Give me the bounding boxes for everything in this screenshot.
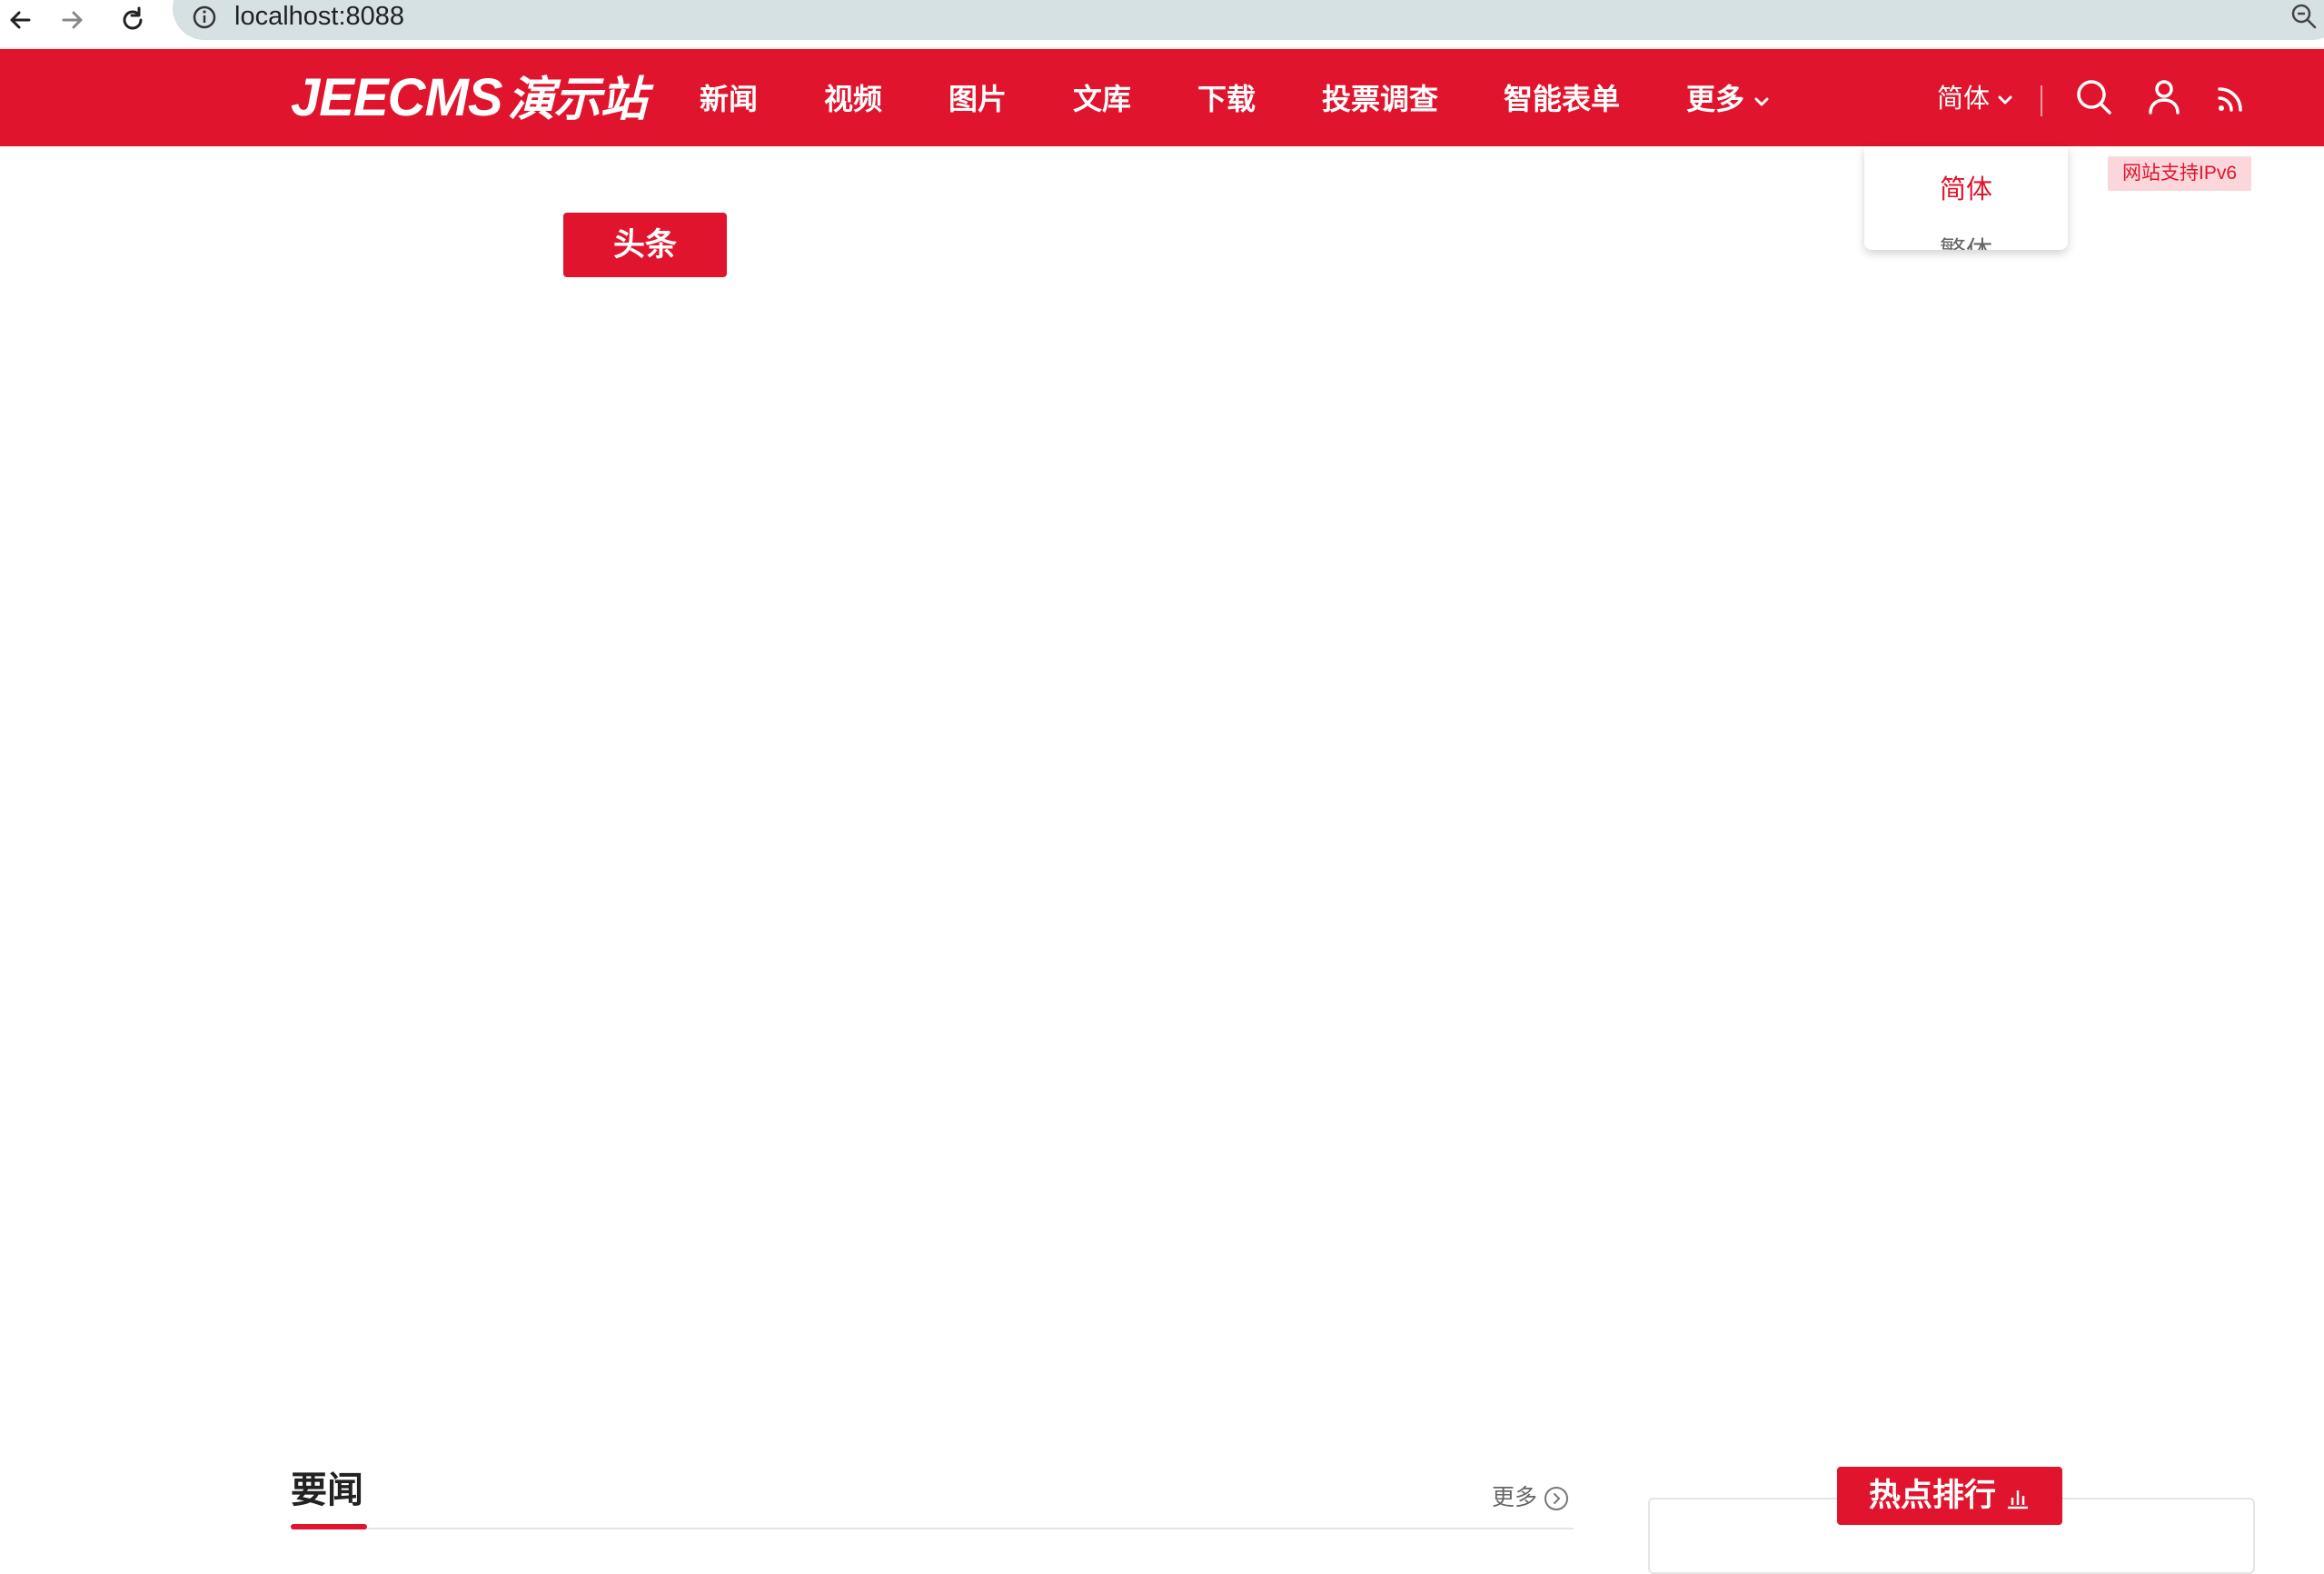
back-arrow-icon[interactable] xyxy=(0,0,40,40)
nav-item-pictures[interactable]: 图片 xyxy=(948,76,1007,122)
logo-latin: JEECMS xyxy=(291,68,503,127)
ipv6-badge: 网站支持IPv6 xyxy=(2108,156,2251,191)
language-current: 简体 xyxy=(1937,85,1991,114)
chevron-right-circle-icon xyxy=(1544,1487,1569,1511)
nav-item-more[interactable]: 更多 xyxy=(1686,76,1772,122)
zoom-icon[interactable] xyxy=(2289,2,2319,31)
logo-cn: 演示站 xyxy=(507,74,648,126)
headline-tab[interactable]: 头条 xyxy=(563,213,727,277)
rss-icon[interactable] xyxy=(2211,76,2253,118)
address-bar[interactable] xyxy=(173,0,2324,40)
chevron-down-icon xyxy=(1754,97,1769,106)
bar-chart-icon xyxy=(2008,1489,2028,1509)
nav-item-download[interactable]: 下载 xyxy=(1197,76,1256,122)
lang-option-simplified[interactable]: 简体 xyxy=(1864,172,2068,208)
section-title-underline xyxy=(291,1524,367,1529)
important-news-title: 要闻 xyxy=(291,1470,363,1510)
nav-item-news[interactable]: 新闻 xyxy=(700,76,758,122)
header-divider xyxy=(2041,85,2042,116)
lang-option-traditional[interactable]: 繁体 xyxy=(1864,234,2068,250)
more-link[interactable]: 更多 xyxy=(1492,1481,1570,1514)
site-logo[interactable]: JEECMS 演示站 xyxy=(291,68,648,127)
nav-item-video[interactable]: 视频 xyxy=(824,76,882,122)
url-text[interactable]: localhost:8088 xyxy=(234,0,404,35)
language-dropdown: 简体 繁体 xyxy=(1864,146,2068,250)
browser-toolbar: localhost:8088 xyxy=(0,0,2324,49)
user-icon[interactable] xyxy=(2143,76,2185,118)
section-divider xyxy=(291,1528,1574,1529)
nav-item-smart-form[interactable]: 智能表单 xyxy=(1504,76,1620,122)
more-label: 更多 xyxy=(1492,1485,1538,1510)
language-select[interactable]: 简体 xyxy=(1937,78,2015,120)
reload-icon[interactable] xyxy=(113,0,153,40)
nav-item-library[interactable]: 文库 xyxy=(1073,76,1131,122)
forward-arrow-icon[interactable] xyxy=(53,0,93,40)
nav-item-vote-survey[interactable]: 投票调查 xyxy=(1322,76,1438,122)
chevron-down-icon xyxy=(1998,95,2012,105)
info-icon[interactable] xyxy=(191,4,218,31)
search-icon[interactable] xyxy=(2073,76,2115,118)
nav-more-label: 更多 xyxy=(1686,83,1745,115)
hot-ranking-title: 热点排行 xyxy=(1837,1467,2062,1525)
hot-ranking-label: 热点排行 xyxy=(1868,1478,1996,1513)
